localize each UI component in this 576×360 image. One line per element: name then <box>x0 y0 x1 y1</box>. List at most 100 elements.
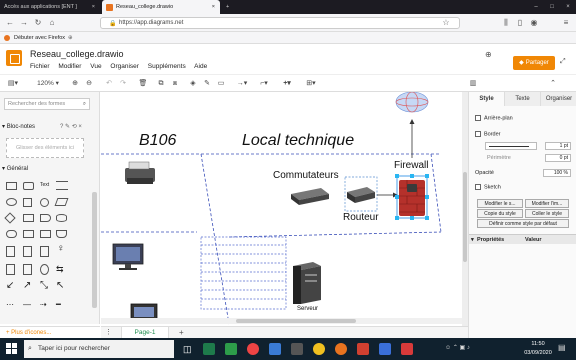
taskbar-search-input[interactable]: ⌕ Taper ici pour rechercher <box>24 340 174 358</box>
people-icon[interactable]: ☺ <box>445 345 451 351</box>
rounded-rectangle-shape[interactable] <box>23 182 34 190</box>
triangle-shape[interactable] <box>40 214 51 222</box>
callout-shape[interactable] <box>40 246 49 257</box>
link-line-icon[interactable]: ⇢ <box>40 300 47 309</box>
chrome-icon[interactable] <box>247 343 259 355</box>
opacity-input[interactable]: 100 % <box>543 169 571 177</box>
settings-app-icon[interactable] <box>269 343 281 355</box>
background-checkbox[interactable] <box>475 115 481 121</box>
connection-icon[interactable]: →▾ <box>234 78 250 90</box>
new-tab-button[interactable]: + <box>222 0 236 14</box>
fullscreen-icon[interactable]: ⤢ <box>560 58 566 66</box>
word-app-icon[interactable] <box>379 343 391 355</box>
card-shape[interactable] <box>23 246 32 257</box>
border-width-input[interactable]: 1 pt <box>545 142 571 150</box>
set-default-style-button[interactable]: Définir comme style par défaut <box>477 219 569 228</box>
fill-color-icon[interactable]: ◈ <box>188 78 198 90</box>
document-shape[interactable] <box>23 230 34 238</box>
tray-expand-icon[interactable]: ⌃ <box>453 345 458 351</box>
table-icon[interactable]: ⊞▾ <box>304 78 318 90</box>
search-icon[interactable]: ⌕ <box>83 99 86 109</box>
menu-aide[interactable]: Aide <box>194 63 207 70</box>
menu-organiser[interactable]: Organiser <box>110 63 139 70</box>
actor-shape-icon[interactable]: ♀ <box>57 244 65 254</box>
firewall-label[interactable]: Firewall <box>394 160 428 171</box>
border-checkbox[interactable] <box>475 131 481 137</box>
globe-icon[interactable]: ⊕ <box>68 32 73 44</box>
connector-shape-icon[interactable]: ↗ <box>23 280 31 291</box>
share-button[interactable]: ◆ Partager <box>513 56 555 70</box>
or-shape[interactable] <box>6 264 15 275</box>
curve-shape-icon[interactable]: ↖ <box>56 280 64 291</box>
sketch-option[interactable]: Sketch <box>475 184 501 190</box>
notifications-icon[interactable]: ▤ <box>558 343 566 352</box>
line-color-icon[interactable]: ✎ <box>202 78 212 90</box>
system-tray[interactable]: ☺ ⌃ ▣ ♪ <box>445 344 470 351</box>
arrow-shape-icon[interactable]: ⇆ <box>56 264 64 275</box>
close-window-button[interactable]: × <box>560 0 576 14</box>
firewall-icon[interactable] <box>396 175 428 219</box>
hexagon-shape[interactable] <box>23 214 34 222</box>
cloud-shape[interactable] <box>6 230 17 238</box>
to-front-icon[interactable]: ⧉ <box>156 78 166 90</box>
bookmark-star-icon[interactable]: ☆ <box>440 17 452 29</box>
library-icon[interactable]: ⫼ <box>500 17 512 29</box>
store-app-icon[interactable] <box>225 343 237 355</box>
taskbar-clock[interactable]: 11:50 03/09/2020 <box>524 340 552 358</box>
browser-tab-drawio[interactable]: Reseau_college.drawio × <box>102 0 220 14</box>
server-icon[interactable] <box>293 262 321 304</box>
textbox-shape[interactable] <box>56 181 68 190</box>
server-label[interactable]: Serveur <box>297 306 318 312</box>
media-app-icon[interactable] <box>291 343 303 355</box>
back-icon[interactable]: ← <box>4 17 16 29</box>
media-player-icon[interactable] <box>313 343 325 355</box>
document-title[interactable]: Reseau_college.drawio <box>30 49 124 59</box>
home-icon[interactable]: ⌂ <box>46 17 58 29</box>
and-shape[interactable] <box>23 264 32 275</box>
task-view-icon[interactable]: ◫ <box>183 343 195 355</box>
general-section-header[interactable]: ▾ Général <box>2 165 28 172</box>
edit-style-button[interactable]: Modifier le s... <box>477 199 523 208</box>
scroll-thumb[interactable] <box>463 172 467 262</box>
scroll-thumb[interactable] <box>236 319 356 323</box>
sketch-checkbox[interactable] <box>475 184 481 190</box>
paste-style-button[interactable]: Coller le style <box>525 209 569 218</box>
hamburger-menu-icon[interactable]: ≡ <box>560 17 572 29</box>
sidebar-scrollbar[interactable] <box>92 192 97 308</box>
tab-texte[interactable]: Texte <box>505 92 541 106</box>
sidebar-toggle-icon[interactable]: ▯ <box>514 17 526 29</box>
computer-monitor-icon[interactable] <box>112 243 144 270</box>
edit-image-button[interactable]: Modifier l'im... <box>525 199 569 208</box>
note-shape[interactable] <box>6 246 15 257</box>
menu-supplements[interactable]: Suppléments <box>148 63 186 70</box>
copy-style-button[interactable]: Copie du style <box>477 209 523 218</box>
office-app-icon[interactable] <box>357 343 369 355</box>
line-shape-icon[interactable]: ↙ <box>6 280 14 291</box>
cylinder-shape[interactable] <box>56 214 67 222</box>
delete-icon[interactable]: 🗑 <box>138 78 148 90</box>
close-tab-icon[interactable]: × <box>212 0 215 14</box>
square-shape[interactable] <box>23 198 32 207</box>
room-label[interactable]: B106 <box>139 132 176 150</box>
shadow-icon[interactable]: ▭ <box>216 78 226 90</box>
more-shapes-button[interactable]: + Plus d'icones... <box>0 326 100 338</box>
insert-icon[interactable]: +▾ <box>280 78 294 90</box>
volume-icon[interactable]: ♪ <box>467 345 470 351</box>
browser-tab-ent[interactable]: Accès aux applications [ENT ] × <box>0 0 100 14</box>
waypoints-icon[interactable]: ⌐▾ <box>256 78 272 90</box>
language-globe-icon[interactable]: ⊕ <box>485 50 492 59</box>
collapse-icon[interactable]: ⌃ <box>548 78 558 90</box>
text-shape[interactable]: Text <box>40 182 49 188</box>
format-panel-toggle-icon[interactable]: ▥ <box>468 78 478 90</box>
circle-shape[interactable] <box>40 198 49 207</box>
menu-modifier[interactable]: Modifier <box>58 63 81 70</box>
url-bar[interactable]: 🔒 https://app.diagrams.net <box>100 17 460 29</box>
maximize-button[interactable]: □ <box>544 0 560 14</box>
diagram-canvas[interactable]: B106 Local technique Commutateurs Routeu… <box>101 92 462 326</box>
menu-vue[interactable]: Vue <box>90 63 101 70</box>
menu-fichier[interactable]: Fichier <box>30 63 50 70</box>
rectangle-shape[interactable] <box>6 182 17 190</box>
diamond-shape[interactable] <box>4 212 16 224</box>
dashed-line-icon[interactable]: ⋯ <box>6 300 14 309</box>
internal-storage-shape[interactable] <box>40 230 51 238</box>
